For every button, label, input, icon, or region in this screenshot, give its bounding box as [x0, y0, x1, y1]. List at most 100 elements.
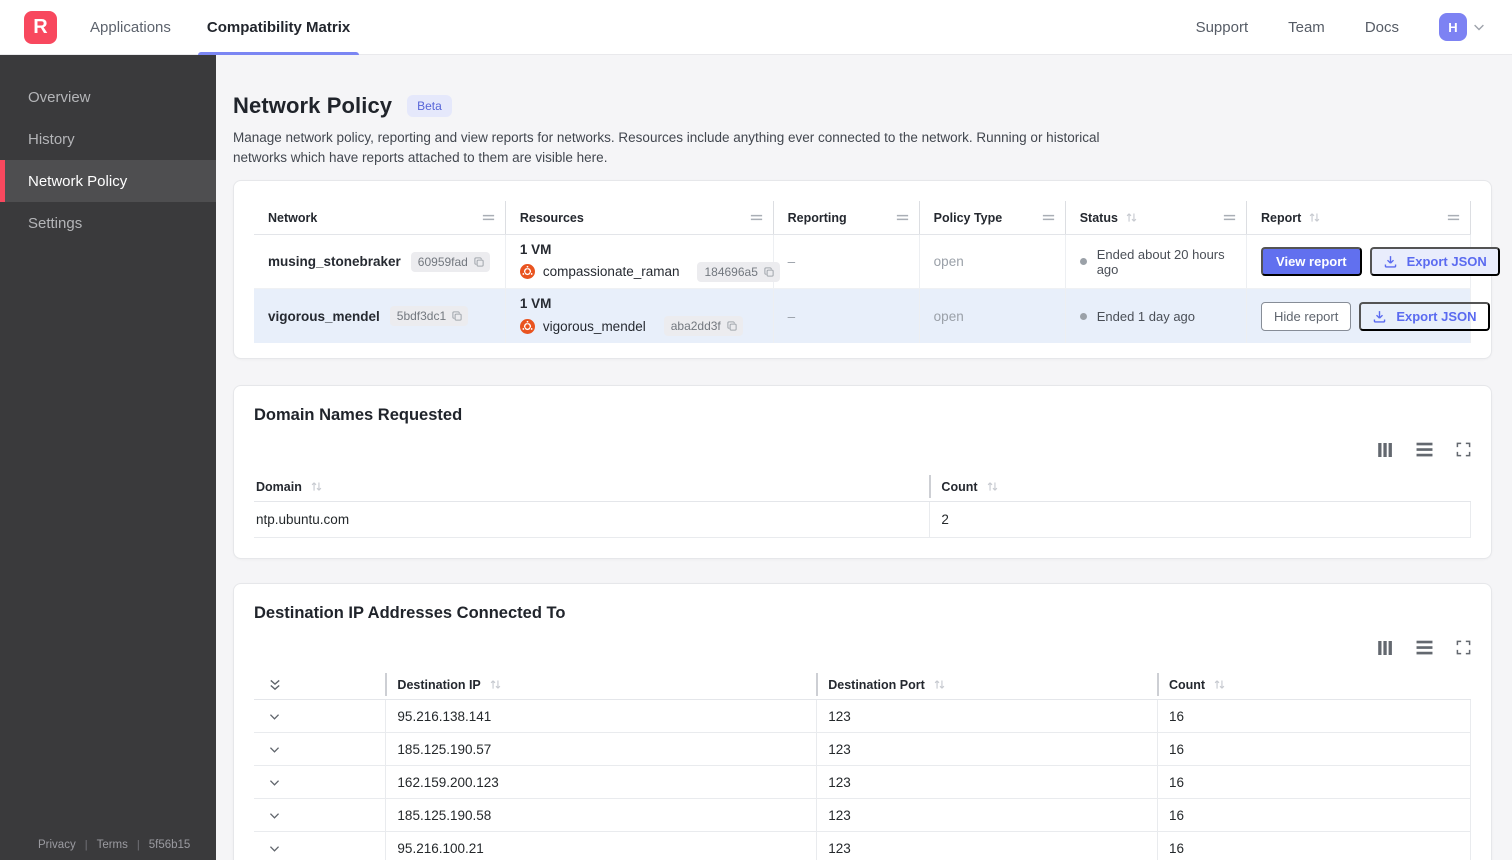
sort-icon[interactable]	[1213, 678, 1226, 691]
table-row[interactable]: 95.216.138.141 123 16	[254, 700, 1471, 734]
status-cell: Ended about 20 hours ago	[1066, 235, 1248, 289]
column-header-count: Count	[929, 472, 1471, 501]
column-header-reporting: Reporting	[774, 201, 920, 235]
sort-icon[interactable]	[933, 678, 946, 691]
sidebar-item-settings[interactable]: Settings	[0, 202, 216, 244]
sort-icon[interactable]	[1308, 211, 1321, 224]
count-cell: 2	[929, 502, 1471, 538]
column-menu-icon[interactable]	[749, 210, 764, 225]
nav-link-team[interactable]: Team	[1288, 19, 1325, 36]
sort-icon[interactable]	[489, 678, 502, 691]
card-title: Destination IP Addresses Connected To	[254, 604, 566, 623]
chevron-down-icon[interactable]	[268, 710, 281, 723]
columns-icon[interactable]	[1377, 442, 1393, 458]
row-expander	[254, 766, 385, 798]
nav-link-support[interactable]: Support	[1196, 19, 1249, 36]
reporting-cell: –	[774, 235, 920, 289]
column-menu-icon[interactable]	[1041, 210, 1056, 225]
avatar[interactable]: H	[1439, 13, 1467, 41]
footer-separator: |	[84, 839, 88, 851]
nav-tab-compatibility-matrix[interactable]: Compatibility Matrix	[197, 0, 360, 55]
app-logo[interactable]: R	[24, 10, 57, 44]
footer-separator: |	[136, 839, 140, 851]
copy-icon[interactable]	[726, 320, 738, 332]
count-cell: 16	[1156, 733, 1471, 766]
nav-link-docs[interactable]: Docs	[1365, 19, 1399, 36]
sort-icon[interactable]	[986, 480, 999, 493]
copy-icon[interactable]	[473, 256, 485, 268]
columns-icon[interactable]	[1377, 640, 1393, 656]
rows-icon[interactable]	[1416, 441, 1433, 458]
sidebar-item-network-policy[interactable]: Network Policy	[0, 160, 216, 202]
export-json-label: Export JSON	[1406, 254, 1487, 270]
chevron-down-icon[interactable]	[268, 743, 281, 756]
table-row[interactable]: 95.216.100.21 123 16	[254, 832, 1471, 860]
chevron-down-icon[interactable]	[268, 776, 281, 789]
table-row[interactable]: ntp.ubuntu.com 2	[254, 502, 1471, 539]
table-row[interactable]: 185.125.190.57 123 16	[254, 733, 1471, 767]
row-expander	[254, 799, 385, 831]
resource-name: vigorous_mendel	[542, 318, 646, 334]
column-header-report: Report	[1247, 201, 1471, 235]
sidebar-item-overview[interactable]: Overview	[0, 76, 216, 118]
sidebar-item-history[interactable]: History	[0, 118, 216, 160]
chevron-down-icon[interactable]	[268, 842, 281, 855]
column-label: Network	[268, 210, 318, 225]
chevron-down-icon[interactable]	[268, 809, 281, 822]
column-header-destination-port: Destination Port	[816, 670, 1157, 699]
build-hash: 5f56b15	[148, 839, 191, 851]
rows-icon[interactable]	[1416, 639, 1433, 656]
copy-icon[interactable]	[451, 310, 463, 322]
column-menu-icon[interactable]	[895, 210, 910, 225]
terms-link[interactable]: Terms	[97, 839, 128, 851]
column-label: Policy Type	[933, 210, 1003, 225]
sort-icon[interactable]	[310, 480, 323, 493]
status-wrap: Ended 1 day ago	[1079, 308, 1196, 324]
nav-tab-label: Compatibility Matrix	[206, 18, 351, 36]
network-cell: vigorous_mendel 5bdf3dc1	[254, 289, 506, 344]
table-row[interactable]: vigorous_mendel 5bdf3dc1 1 VM vigorous_m…	[254, 289, 1490, 344]
destination-ip-cell: 162.159.200.123	[385, 766, 816, 799]
sidebar-footer: Privacy | Terms | 5f56b15	[0, 839, 216, 860]
sidebar: Overview History Network Policy Settings…	[0, 55, 216, 860]
count-cell: 16	[1156, 700, 1471, 733]
network-id: 60959fad	[417, 254, 468, 269]
expand-all-icon[interactable]	[268, 678, 282, 692]
hide-report-button[interactable]: Hide report	[1261, 301, 1352, 331]
column-menu-icon[interactable]	[1222, 210, 1237, 225]
column-label: Report	[1261, 210, 1302, 225]
chevron-down-icon[interactable]	[1472, 20, 1486, 34]
column-header-status: Status	[1066, 201, 1248, 235]
network-cell: musing_stonebraker 60959fad	[254, 235, 506, 289]
fullscreen-icon[interactable]	[1456, 640, 1471, 655]
table-row[interactable]: 162.159.200.123 123 16	[254, 766, 1471, 800]
status-text: Ended 1 day ago	[1096, 308, 1196, 324]
table-row[interactable]: musing_stonebraker 60959fad 1 VM compass…	[254, 235, 1500, 290]
export-json-button[interactable]: Export JSON	[1369, 247, 1500, 277]
nav-tab-applications[interactable]: Applications	[90, 0, 171, 55]
networks-table-card: Network Resources Reporting Policy Type …	[233, 180, 1500, 360]
network-name: musing_stonebraker	[268, 254, 401, 270]
resource-id: 184696a5	[704, 264, 758, 279]
network-name: vigorous_mendel	[268, 308, 380, 324]
column-label: Status	[1079, 210, 1118, 225]
destination-ip-cell: 95.216.100.21	[385, 832, 816, 860]
column-menu-icon[interactable]	[1446, 210, 1461, 225]
domain-cell: ntp.ubuntu.com	[256, 512, 350, 528]
top-navbar: R Applications Compatibility Matrix Supp…	[0, 0, 1512, 55]
privacy-link[interactable]: Privacy	[38, 839, 76, 851]
view-report-button[interactable]: View report	[1261, 247, 1362, 277]
row-expander	[254, 832, 385, 860]
fullscreen-icon[interactable]	[1456, 442, 1471, 457]
user-menu[interactable]: H	[1439, 13, 1486, 41]
column-header-destination-ip: Destination IP	[385, 670, 816, 699]
page-title: Network Policy	[233, 93, 393, 118]
table-row[interactable]: 185.125.190.58 123 16	[254, 799, 1471, 833]
domains-table: Domain Count ntp.ubuntu.com 2	[254, 472, 1471, 539]
column-menu-icon[interactable]	[481, 210, 496, 225]
export-json-button[interactable]: Export JSON	[1359, 301, 1490, 331]
sort-icon[interactable]	[1125, 211, 1138, 224]
ubuntu-icon	[520, 319, 535, 334]
resource-name: compassionate_raman	[542, 264, 680, 280]
report-cell: View report Export JSON	[1247, 235, 1500, 289]
